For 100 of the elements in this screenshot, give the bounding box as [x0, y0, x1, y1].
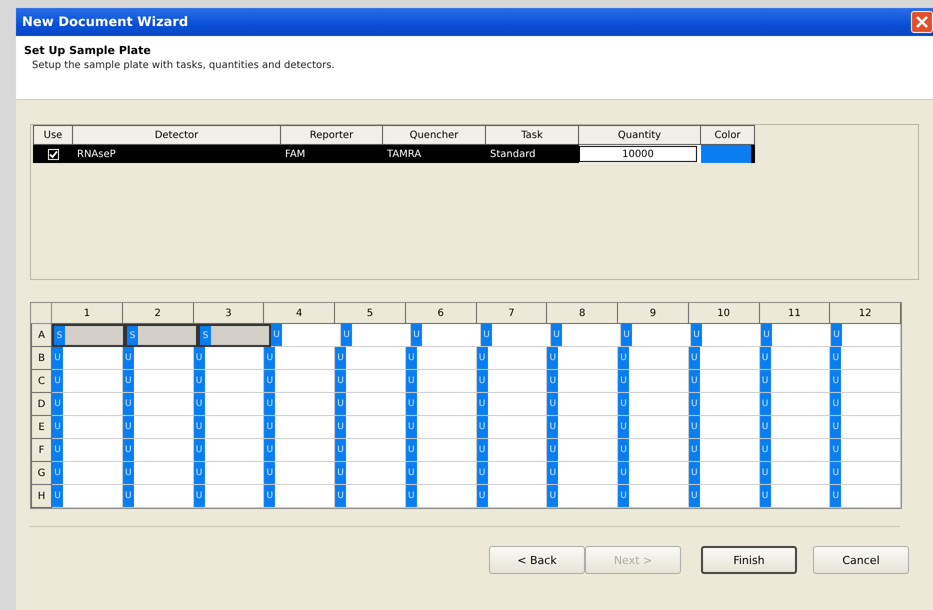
plate-well[interactable]: U: [618, 393, 689, 416]
plate-well[interactable]: U: [194, 347, 264, 370]
plate-well[interactable]: U: [122, 439, 194, 462]
plate-well[interactable]: U: [688, 416, 760, 439]
quantity-field[interactable]: 10000: [579, 146, 697, 162]
row-header[interactable]: E: [31, 416, 52, 439]
row-header[interactable]: A: [31, 324, 52, 347]
plate-well[interactable]: U: [547, 347, 618, 370]
plate-well[interactable]: U: [264, 370, 335, 393]
plate-well[interactable]: U: [406, 347, 476, 370]
column-header[interactable]: 6: [406, 303, 476, 324]
plate-well[interactable]: U: [547, 439, 618, 462]
row-header[interactable]: H: [31, 485, 52, 508]
column-header[interactable]: Task: [486, 125, 579, 145]
column-header[interactable]: 11: [760, 303, 830, 324]
column-header[interactable]: 2: [122, 303, 194, 324]
column-header[interactable]: 12: [830, 303, 901, 324]
plate-well[interactable]: U: [830, 347, 901, 370]
plate-well[interactable]: U: [760, 485, 830, 508]
row-header[interactable]: G: [31, 462, 52, 485]
plate-well[interactable]: U: [547, 370, 618, 393]
plate-well[interactable]: U: [335, 416, 406, 439]
plate-well[interactable]: U: [618, 347, 689, 370]
plate-well[interactable]: U: [618, 370, 689, 393]
wizard-button[interactable]: Cancel: [813, 546, 909, 574]
plate-well[interactable]: U: [547, 393, 618, 416]
plate-well[interactable]: U: [122, 370, 194, 393]
plate-well[interactable]: U: [411, 324, 481, 347]
color-swatch[interactable]: [701, 145, 751, 163]
plate-well[interactable]: U: [476, 439, 548, 462]
plate-well[interactable]: U: [760, 416, 830, 439]
plate-well[interactable]: U: [688, 347, 760, 370]
plate-well[interactable]: S: [198, 324, 271, 347]
plate-well[interactable]: U: [830, 462, 901, 485]
plate-well[interactable]: U: [264, 485, 335, 508]
plate-well[interactable]: U: [618, 485, 689, 508]
wizard-button[interactable]: Finish: [701, 546, 797, 574]
plate-well[interactable]: U: [271, 324, 341, 347]
plate-well[interactable]: U: [264, 439, 335, 462]
plate-well[interactable]: U: [335, 393, 406, 416]
column-header[interactable]: Reporter: [281, 125, 383, 145]
plate-well[interactable]: U: [688, 485, 760, 508]
column-header[interactable]: Color: [701, 125, 755, 145]
column-header[interactable]: Use: [33, 125, 73, 145]
plate-well[interactable]: U: [688, 370, 760, 393]
plate-well[interactable]: U: [122, 416, 194, 439]
plate-well[interactable]: U: [618, 462, 689, 485]
plate-well[interactable]: U: [760, 347, 830, 370]
row-header[interactable]: B: [31, 347, 52, 370]
close-button[interactable]: [911, 11, 933, 33]
plate-well[interactable]: U: [52, 462, 123, 485]
corner-header[interactable]: [31, 303, 52, 324]
plate-well[interactable]: U: [688, 439, 760, 462]
column-header[interactable]: 4: [264, 303, 335, 324]
plate-well[interactable]: U: [760, 439, 830, 462]
plate-well[interactable]: U: [547, 416, 618, 439]
plate-well[interactable]: U: [481, 324, 551, 347]
column-header[interactable]: 7: [476, 303, 548, 324]
detector-row[interactable]: RNAseP FAM TAMRA Standard 10000: [33, 145, 755, 163]
plate-well[interactable]: U: [831, 324, 901, 347]
plate-well[interactable]: S: [52, 324, 125, 347]
plate-well[interactable]: U: [406, 485, 476, 508]
plate-well[interactable]: U: [476, 393, 548, 416]
column-header[interactable]: Quencher: [383, 125, 486, 145]
plate-well[interactable]: U: [406, 439, 476, 462]
column-header[interactable]: Quantity: [579, 125, 701, 145]
plate-well[interactable]: U: [830, 370, 901, 393]
checkbox[interactable]: [48, 148, 58, 160]
plate-well[interactable]: U: [760, 462, 830, 485]
plate-well[interactable]: U: [830, 439, 901, 462]
plate-well[interactable]: U: [52, 347, 123, 370]
plate-well[interactable]: U: [335, 347, 406, 370]
row-header[interactable]: C: [31, 370, 52, 393]
plate-well[interactable]: U: [122, 393, 194, 416]
plate-well[interactable]: U: [551, 324, 621, 347]
column-header[interactable]: Detector: [73, 125, 281, 145]
plate-well[interactable]: U: [194, 485, 264, 508]
plate-well[interactable]: U: [406, 416, 476, 439]
plate-well[interactable]: U: [341, 324, 411, 347]
plate-well[interactable]: U: [264, 416, 335, 439]
plate-well[interactable]: U: [621, 324, 691, 347]
plate-well[interactable]: U: [830, 485, 901, 508]
column-header[interactable]: 1: [52, 303, 123, 324]
plate-well[interactable]: U: [52, 439, 123, 462]
plate-well[interactable]: U: [122, 462, 194, 485]
plate-well[interactable]: U: [335, 370, 406, 393]
plate-well[interactable]: U: [52, 485, 123, 508]
plate-well[interactable]: U: [335, 485, 406, 508]
plate-well[interactable]: S: [125, 324, 198, 347]
plate-well[interactable]: U: [476, 462, 548, 485]
plate-well[interactable]: U: [476, 347, 548, 370]
column-header[interactable]: 3: [194, 303, 264, 324]
row-header[interactable]: D: [31, 393, 52, 416]
plate-well[interactable]: U: [476, 370, 548, 393]
plate-well[interactable]: U: [476, 485, 548, 508]
plate-well[interactable]: U: [760, 393, 830, 416]
plate-well[interactable]: U: [830, 416, 901, 439]
plate-well[interactable]: U: [194, 370, 264, 393]
plate-well[interactable]: U: [122, 347, 194, 370]
plate-well[interactable]: U: [406, 393, 476, 416]
